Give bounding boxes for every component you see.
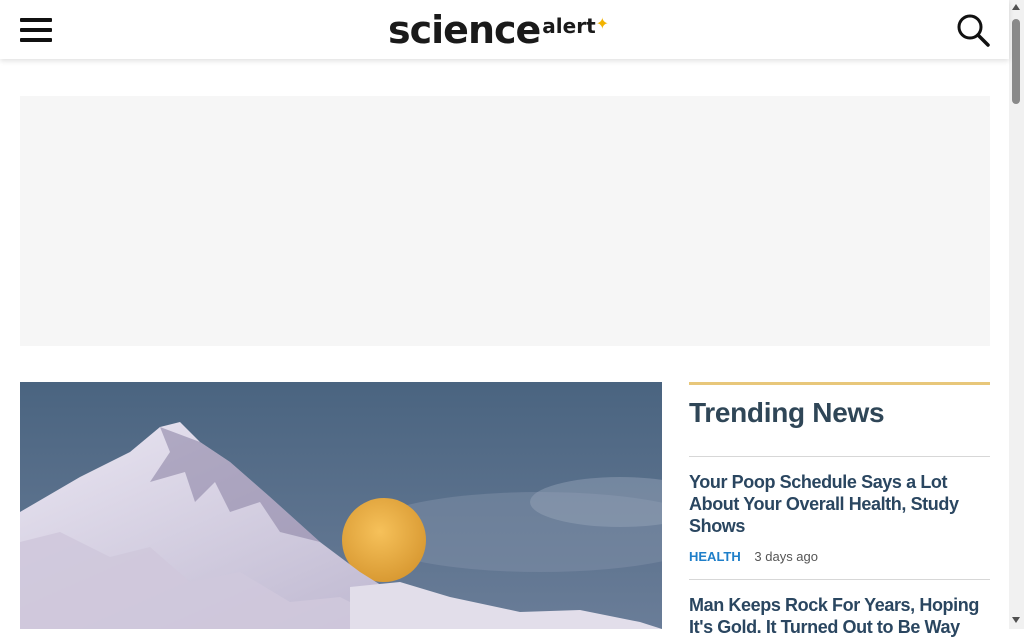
trending-accent-bar bbox=[689, 382, 990, 385]
site-header: science alert ✦ bbox=[0, 0, 1009, 59]
search-icon[interactable] bbox=[955, 12, 991, 48]
hero-image[interactable] bbox=[20, 382, 662, 629]
page-scrollbar[interactable] bbox=[1009, 0, 1024, 629]
trending-item[interactable]: Your Poop Schedule Says a Lot About Your… bbox=[689, 457, 990, 565]
trending-title: Trending News bbox=[689, 397, 885, 428]
mountain-moon-photo-icon bbox=[20, 382, 662, 629]
trending-news-panel: Trending News Your Poop Schedule Says a … bbox=[689, 382, 990, 638]
advertisement-slot bbox=[20, 96, 990, 346]
trending-item[interactable]: Man Keeps Rock For Years, Hoping It's Go… bbox=[689, 580, 990, 638]
scroll-up-arrow-icon[interactable] bbox=[1012, 4, 1020, 10]
trending-item-title[interactable]: Man Keeps Rock For Years, Hoping It's Go… bbox=[689, 594, 990, 638]
hamburger-menu-icon[interactable] bbox=[18, 14, 54, 46]
scroll-down-arrow-icon[interactable] bbox=[1012, 617, 1020, 623]
trending-item-time: 3 days ago bbox=[754, 549, 818, 564]
site-logo[interactable]: science alert ✦ bbox=[388, 6, 609, 50]
scroll-thumb[interactable] bbox=[1012, 19, 1020, 104]
logo-spark-icon: ✦ bbox=[595, 16, 610, 33]
logo-main-text: science bbox=[388, 8, 541, 52]
logo-sub-text: alert bbox=[542, 14, 596, 38]
trending-item-title[interactable]: Your Poop Schedule Says a Lot About Your… bbox=[689, 471, 990, 537]
trending-item-category[interactable]: HEALTH bbox=[689, 549, 741, 564]
